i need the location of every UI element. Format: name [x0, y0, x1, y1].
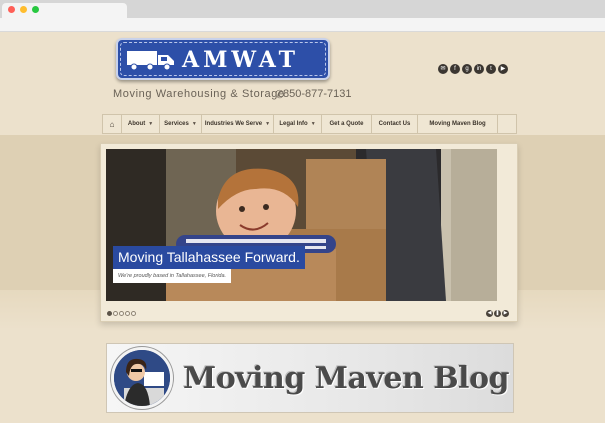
nav-industries[interactable]: Industries We Serve ▼: [202, 115, 274, 133]
truck-icon: [127, 51, 174, 71]
caret-down-icon: ▼: [265, 121, 271, 127]
nav-contact-us[interactable]: Contact Us: [372, 115, 418, 133]
nav-label: Services: [164, 121, 189, 127]
slider-dot-4[interactable]: [125, 311, 130, 316]
email-icon[interactable]: ✉: [438, 64, 448, 74]
nav-services[interactable]: Services ▼: [160, 115, 202, 133]
twitter-icon[interactable]: t: [486, 64, 496, 74]
web-page: AMWAT Moving Warehousing & Storage ✆ 850…: [0, 32, 605, 423]
caret-down-icon: ▼: [191, 121, 197, 127]
site-logo[interactable]: AMWAT: [116, 38, 330, 80]
slider-dot-2[interactable]: [113, 311, 118, 316]
slider-next-icon[interactable]: ▶: [502, 310, 509, 317]
slide-caption-title: Moving Tallahassee Forward.: [113, 246, 305, 269]
nav-get-a-quote[interactable]: Get a Quote: [322, 115, 372, 133]
main-nav: ⌂ About ▼ Services ▼ Industries We Serve…: [102, 114, 517, 134]
nav-label: Industries We Serve: [204, 121, 263, 127]
slider-prev-icon[interactable]: ◀: [486, 310, 493, 317]
maximize-window-button[interactable]: [32, 6, 39, 13]
maven-avatar: [111, 347, 173, 409]
nav-home[interactable]: ⌂: [103, 115, 122, 133]
nav-label: Legal Info: [279, 121, 308, 127]
linkedin-icon[interactable]: in: [474, 64, 484, 74]
close-window-button[interactable]: [8, 6, 15, 13]
hero-slider: [100, 143, 518, 322]
google-plus-icon[interactable]: g: [462, 64, 472, 74]
slide-caption-subtitle: We're proudly based in Tallahassee, Flor…: [113, 269, 232, 283]
minimize-window-button[interactable]: [20, 6, 27, 13]
youtube-icon[interactable]: ▶: [498, 64, 508, 74]
home-icon: ⌂: [109, 119, 115, 129]
nav-label: Get a Quote: [329, 121, 364, 127]
browser-chrome: [0, 0, 605, 32]
nav-about[interactable]: About ▼: [122, 115, 160, 133]
phone-number[interactable]: 850-877-7131: [283, 88, 352, 100]
slider-pause-icon[interactable]: ❚: [494, 310, 501, 317]
nav-label: Moving Maven Blog: [429, 121, 486, 127]
caret-down-icon: ▼: [148, 121, 154, 127]
logo-text: AMWAT: [182, 47, 299, 73]
facebook-icon[interactable]: f: [450, 64, 460, 74]
slider-dot-3[interactable]: [119, 311, 124, 316]
nav-blog[interactable]: Moving Maven Blog: [418, 115, 498, 133]
nav-label: Contact Us: [378, 121, 411, 127]
blog-banner[interactable]: Moving Maven Blog: [106, 343, 514, 413]
slider-dot-5[interactable]: [131, 311, 136, 316]
company-tagline: Moving Warehousing & Storage: [113, 88, 285, 100]
blog-title: Moving Maven Blog: [183, 361, 509, 396]
slider-dot-1[interactable]: [107, 311, 112, 316]
caret-down-icon: ▼: [310, 121, 316, 127]
maven-illustration: [114, 350, 170, 406]
nav-legal-info[interactable]: Legal Info ▼: [274, 115, 322, 133]
nav-label: About: [127, 121, 146, 127]
